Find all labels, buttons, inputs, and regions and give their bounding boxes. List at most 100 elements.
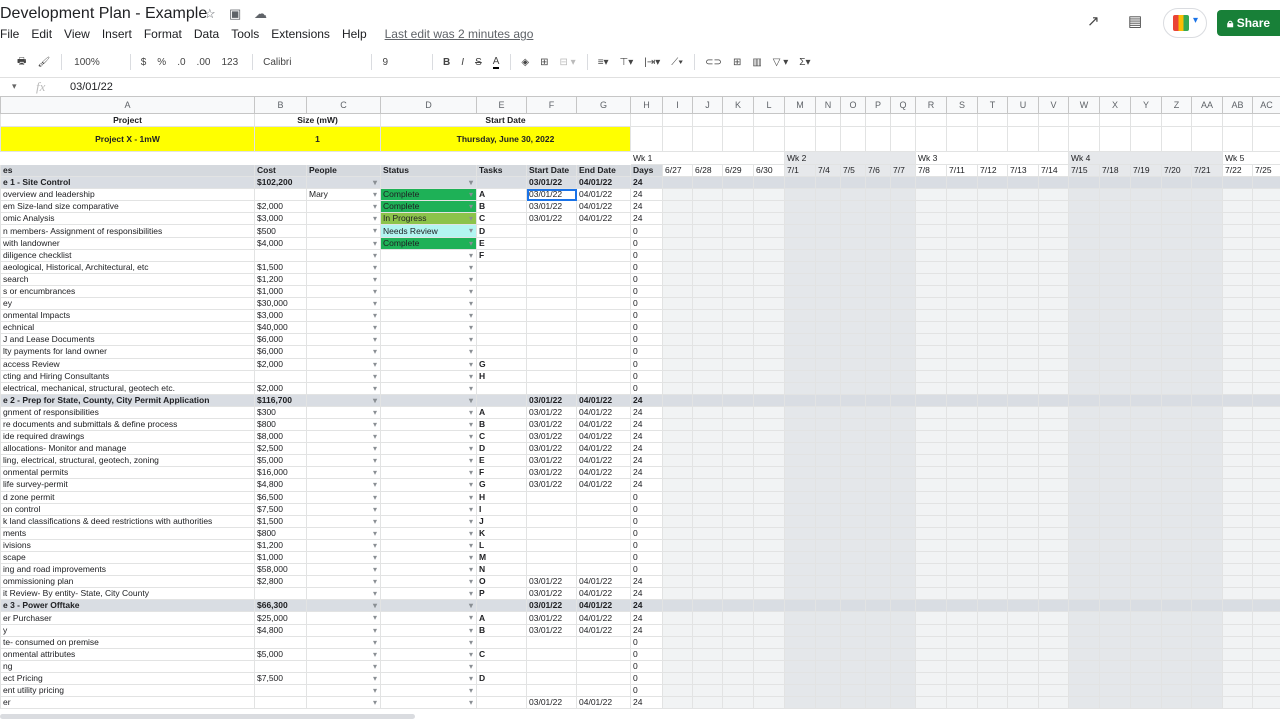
gantt-cell[interactable] (1222, 417, 1253, 432)
gantt-cell[interactable] (865, 260, 891, 274)
people-cell[interactable] (306, 671, 381, 686)
gantt-cell[interactable] (1038, 526, 1069, 540)
gantt-cell[interactable] (890, 212, 916, 226)
gantt-cell[interactable] (977, 623, 1008, 637)
task-id-cell[interactable]: D (476, 671, 527, 686)
gantt-cell[interactable] (915, 284, 947, 299)
cell[interactable] (1130, 113, 1162, 127)
cell[interactable] (946, 113, 978, 127)
gantt-cell[interactable] (1099, 575, 1131, 589)
task-name-cell[interactable]: scape (0, 550, 255, 565)
task-name-cell[interactable]: e 1 - Site Control (0, 176, 255, 190)
gantt-cell[interactable] (865, 381, 891, 395)
gantt-cell[interactable] (840, 284, 866, 299)
task-id-cell[interactable]: H (476, 369, 527, 383)
end-date-cell[interactable] (576, 490, 631, 504)
gantt-cell[interactable] (946, 236, 978, 250)
gantt-cell[interactable] (1191, 333, 1223, 347)
gantt-cell[interactable] (977, 260, 1008, 274)
status-cell[interactable] (380, 587, 477, 601)
cost-cell[interactable]: $16,000 (254, 466, 307, 480)
gantt-cell[interactable] (692, 405, 723, 419)
gantt-cell[interactable] (1038, 236, 1069, 250)
gantt-cell[interactable] (915, 442, 947, 456)
gantt-cell[interactable] (865, 647, 891, 661)
gantt-cell[interactable] (1191, 514, 1223, 528)
gantt-cell[interactable] (662, 284, 693, 299)
italic-icon[interactable]: I (461, 57, 464, 68)
gantt-cell[interactable] (1130, 297, 1162, 311)
gantt-cell[interactable] (865, 393, 891, 407)
cost-cell[interactable]: $300 (254, 405, 307, 419)
gantt-cell[interactable] (1161, 224, 1192, 238)
gantt-cell[interactable] (946, 478, 978, 492)
days-cell[interactable]: 0 (630, 248, 663, 262)
gantt-cell[interactable] (1222, 502, 1253, 516)
start-date-cell[interactable] (526, 321, 577, 335)
task-id-cell[interactable]: O (476, 575, 527, 589)
gantt-cell[interactable] (915, 405, 947, 419)
gantt-cell[interactable] (915, 369, 947, 383)
gantt-cell[interactable] (840, 248, 866, 262)
gantt-cell[interactable] (1007, 236, 1039, 250)
gantt-cell[interactable] (662, 575, 693, 589)
gantt-cell[interactable] (1191, 321, 1223, 335)
gantt-cell[interactable] (815, 454, 841, 468)
gantt-cell[interactable] (1068, 563, 1100, 577)
gantt-cell[interactable] (753, 236, 785, 250)
gantt-cell[interactable] (890, 454, 916, 468)
gantt-cell[interactable] (890, 635, 916, 649)
people-cell[interactable] (306, 357, 381, 371)
gantt-cell[interactable] (915, 684, 947, 698)
gantt-cell[interactable] (1038, 430, 1069, 444)
cell[interactable] (915, 113, 947, 127)
gantt-cell[interactable] (890, 587, 916, 601)
status-cell[interactable] (380, 563, 477, 577)
gantt-cell[interactable] (1222, 200, 1253, 214)
gantt-cell[interactable] (1007, 417, 1039, 432)
task-id-cell[interactable] (476, 321, 527, 335)
gantt-cell[interactable] (977, 526, 1008, 540)
gantt-cell[interactable] (865, 248, 891, 262)
gantt-cell[interactable] (1099, 611, 1131, 625)
gantt-cell[interactable] (1161, 212, 1192, 226)
gantt-cell[interactable] (1252, 502, 1280, 516)
font-size-select[interactable]: 9 (382, 57, 388, 68)
gantt-cell[interactable] (722, 538, 754, 553)
gantt-cell[interactable] (753, 611, 785, 625)
gantt-cell[interactable] (692, 478, 723, 492)
gantt-cell[interactable] (1191, 357, 1223, 371)
task-name-cell[interactable]: ivisions (0, 538, 255, 553)
gantt-cell[interactable] (890, 417, 916, 432)
gantt-cell[interactable] (865, 696, 891, 710)
gantt-cell[interactable] (815, 526, 841, 540)
people-cell[interactable] (306, 333, 381, 347)
gantt-cell[interactable] (1038, 345, 1069, 359)
gantt-cell[interactable] (1130, 333, 1162, 347)
gantt-cell[interactable] (692, 272, 723, 286)
task-id-cell[interactable]: L (476, 538, 527, 553)
gantt-cell[interactable] (1161, 393, 1192, 407)
column-header-AC[interactable]: AC (1252, 96, 1280, 114)
gantt-cell[interactable] (865, 430, 891, 444)
gantt-cell[interactable] (915, 599, 947, 613)
gantt-cell[interactable] (1191, 188, 1223, 202)
menu-tools[interactable]: Tools (231, 27, 259, 41)
gantt-cell[interactable] (915, 671, 947, 686)
increase-decimal-button[interactable]: .00 (197, 57, 211, 68)
gantt-cell[interactable] (753, 563, 785, 577)
gantt-cell[interactable] (1161, 659, 1192, 673)
gantt-cell[interactable] (1191, 309, 1223, 323)
people-cell[interactable] (306, 478, 381, 492)
cost-cell[interactable]: $25,000 (254, 611, 307, 625)
end-date-cell[interactable] (576, 563, 631, 577)
gantt-cell[interactable] (946, 200, 978, 214)
gantt-cell[interactable] (753, 393, 785, 407)
task-id-cell[interactable]: A (476, 611, 527, 625)
people-cell[interactable] (306, 297, 381, 311)
gantt-cell[interactable] (722, 466, 754, 480)
gantt-cell[interactable] (1038, 514, 1069, 528)
gantt-cell[interactable] (753, 466, 785, 480)
gantt-cell[interactable] (662, 357, 693, 371)
cost-cell[interactable]: $4,800 (254, 623, 307, 637)
